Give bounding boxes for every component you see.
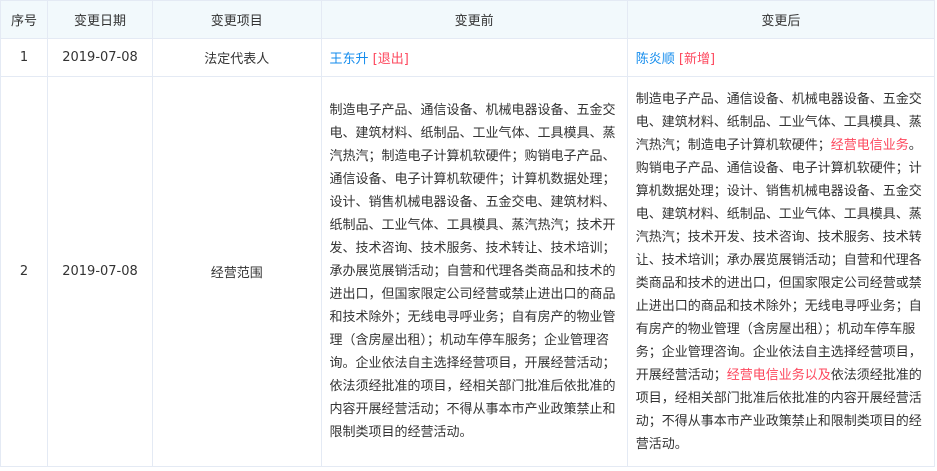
row-before: 制造电子产品、通信设备、机械电器设备、五金交电、建筑材料、纸制品、工业气体、工具…: [320, 76, 628, 467]
business-scope-after: 制造电子产品、通信设备、机械电器设备、五金交电、建筑材料、纸制品、工业气体、工具…: [636, 88, 926, 456]
header-after: 变更后: [626, 0, 936, 39]
scope-after-highlight: 经营电信业务: [830, 137, 909, 153]
header-change-date: 变更日期: [46, 0, 154, 39]
person-link-before[interactable]: 王东升: [330, 52, 369, 67]
header-seq: 序号: [0, 0, 48, 39]
row-seq: 1: [0, 38, 48, 77]
business-scope-before: 制造电子产品、通信设备、机械电器设备、五金交电、建筑材料、纸制品、工业气体、工具…: [329, 103, 616, 440]
new-tag: [新增]: [678, 52, 716, 67]
scope-after-part: 。购销电子产品、通信设备、电子计算机软硬件；计算机数据处理；设计、销售机械电器设…: [635, 137, 922, 383]
row-after: 制造电子产品、通信设备、机械电器设备、五金交电、建筑材料、纸制品、工业气体、工具…: [626, 76, 936, 467]
row-after: 陈炎顺 [新增]: [626, 38, 936, 77]
scope-after-highlight: 经营电信业务以及: [726, 367, 831, 383]
change-record-table: 序号 变更日期 变更项目 变更前 变更后 1 2019-07-08 法定代表人 …: [0, 0, 936, 467]
person-link-after[interactable]: 陈炎顺: [636, 52, 675, 67]
table-header-row: 序号 变更日期 变更项目 变更前 变更后: [0, 0, 936, 39]
row-date: 2019-07-08: [46, 76, 154, 467]
row-before: 王东升 [退出]: [320, 38, 628, 77]
table-row: 2 2019-07-08 经营范围 制造电子产品、通信设备、机械电器设备、五金交…: [0, 76, 936, 467]
header-change-item: 变更项目: [152, 0, 322, 39]
row-item: 法定代表人: [152, 38, 322, 77]
header-before: 变更前: [320, 0, 628, 39]
row-date: 2019-07-08: [46, 38, 154, 77]
table-row: 1 2019-07-08 法定代表人 王东升 [退出] 陈炎顺 [新增]: [0, 38, 936, 77]
row-item: 经营范围: [152, 76, 322, 467]
exit-tag: [退出]: [372, 52, 409, 67]
row-seq: 2: [0, 76, 48, 467]
